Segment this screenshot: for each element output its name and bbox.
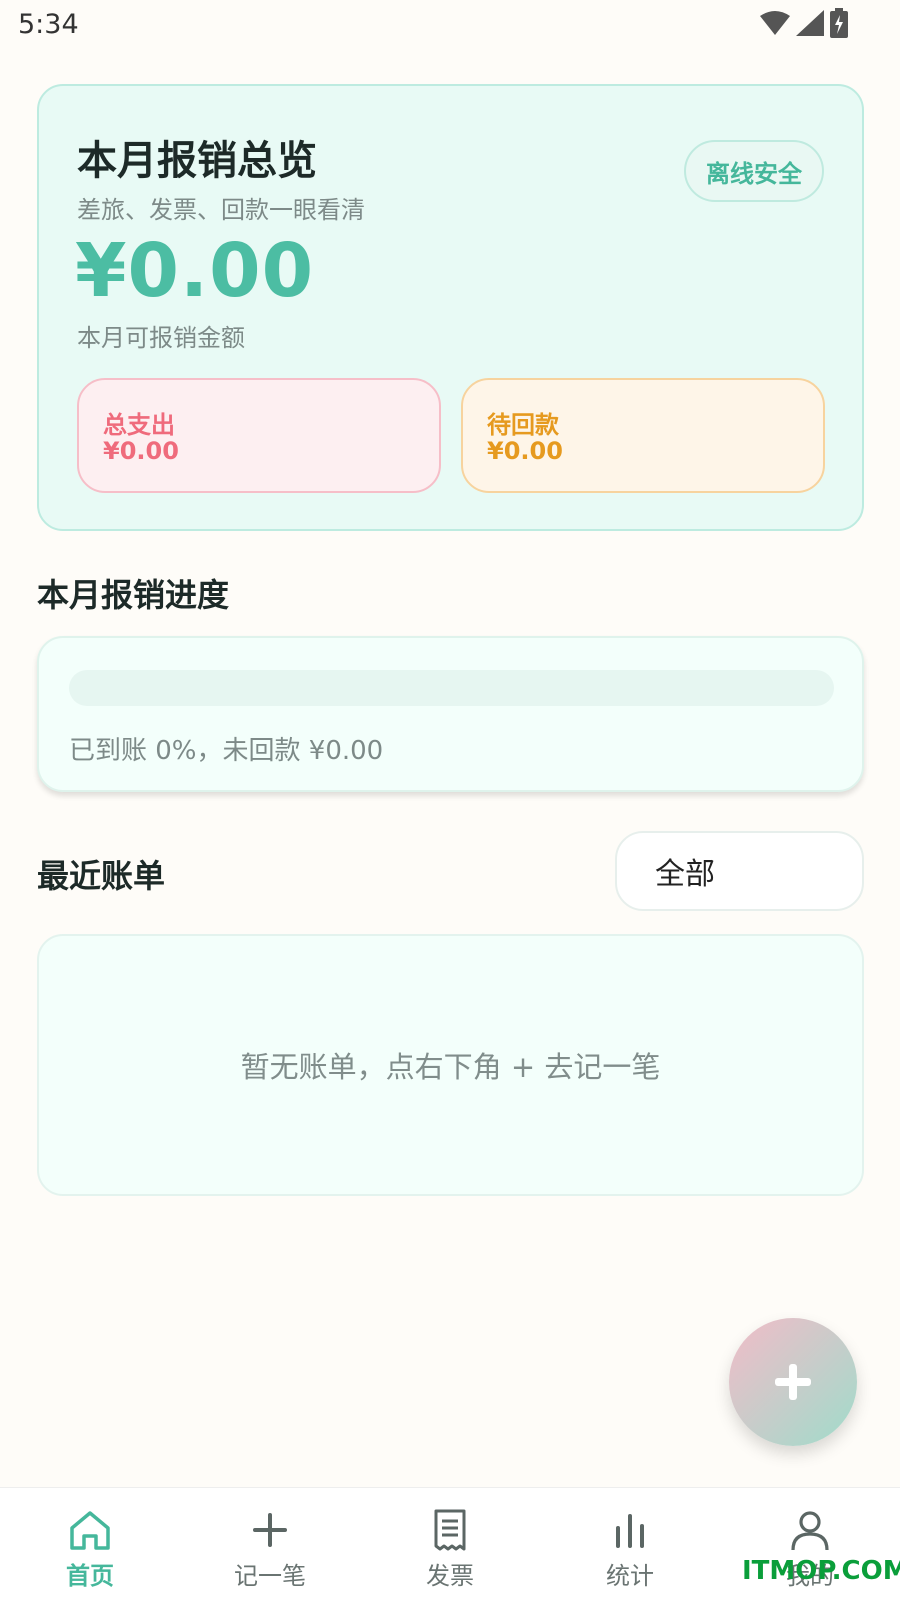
battery-icon xyxy=(830,8,848,38)
bills-empty-text: 暂无账单，点右下角 + 去记一笔 xyxy=(240,1050,661,1084)
summary-subtitle: 差旅、发票、回款一眼看清 xyxy=(77,196,365,224)
bills-section-title: 最近账单 xyxy=(37,857,166,895)
home-icon xyxy=(70,1511,110,1550)
reimbursable-amount-label: 本月可报销金额 xyxy=(77,324,245,352)
user-icon xyxy=(791,1511,829,1551)
add-record-button[interactable] xyxy=(729,1318,857,1446)
progress-section-title: 本月报销进度 xyxy=(37,576,230,614)
bill-filter-select[interactable]: 全部 xyxy=(615,831,864,911)
total-expense-value: ¥0.00 xyxy=(103,437,179,465)
nav-item-add[interactable]: 记一笔 xyxy=(180,1488,360,1600)
progress-card: 已到账 0%，未回款 ¥0.00 xyxy=(37,636,864,792)
wifi-icon xyxy=(760,11,790,35)
total-expense-card[interactable]: 总支出 ¥0.00 xyxy=(77,378,441,493)
nav-label-home: 首页 xyxy=(66,1562,114,1590)
summary-card: 本月报销总览 差旅、发票、回款一眼看清 离线安全 ¥0.00 本月可报销金额 总… xyxy=(37,84,864,531)
signal-icon xyxy=(796,10,824,36)
nav-item-stats[interactable]: 统计 xyxy=(540,1488,720,1600)
nav-item-home[interactable]: 首页 xyxy=(0,1488,180,1600)
status-bar: 5:34 xyxy=(0,0,900,52)
plus-icon xyxy=(253,1513,287,1547)
status-time: 5:34 xyxy=(18,9,79,40)
progress-text: 已到账 0%，未回款 ¥0.00 xyxy=(69,736,384,766)
progress-bar xyxy=(69,670,834,706)
total-expense-label: 总支出 xyxy=(103,411,175,439)
reimbursable-amount: ¥0.00 xyxy=(75,228,315,314)
nav-label-add: 记一笔 xyxy=(234,1562,306,1590)
pending-payment-card[interactable]: 待回款 ¥0.00 xyxy=(461,378,825,493)
pending-payment-value: ¥0.00 xyxy=(487,437,563,465)
bar-chart-icon xyxy=(616,1514,644,1548)
offline-badge[interactable]: 离线安全 xyxy=(684,140,824,202)
nav-label-stats: 统计 xyxy=(606,1562,654,1590)
watermark-text: ITMOP.COM xyxy=(742,1556,900,1586)
summary-title: 本月报销总览 xyxy=(77,138,317,184)
nav-item-invoice[interactable]: 发票 xyxy=(360,1488,540,1600)
nav-label-invoice: 发票 xyxy=(426,1562,474,1590)
receipt-icon xyxy=(434,1509,466,1551)
status-icons xyxy=(760,8,848,38)
plus-icon xyxy=(775,1364,811,1400)
bills-list: 暂无账单，点右下角 + 去记一笔 xyxy=(37,934,864,1196)
pending-payment-label: 待回款 xyxy=(487,411,559,439)
